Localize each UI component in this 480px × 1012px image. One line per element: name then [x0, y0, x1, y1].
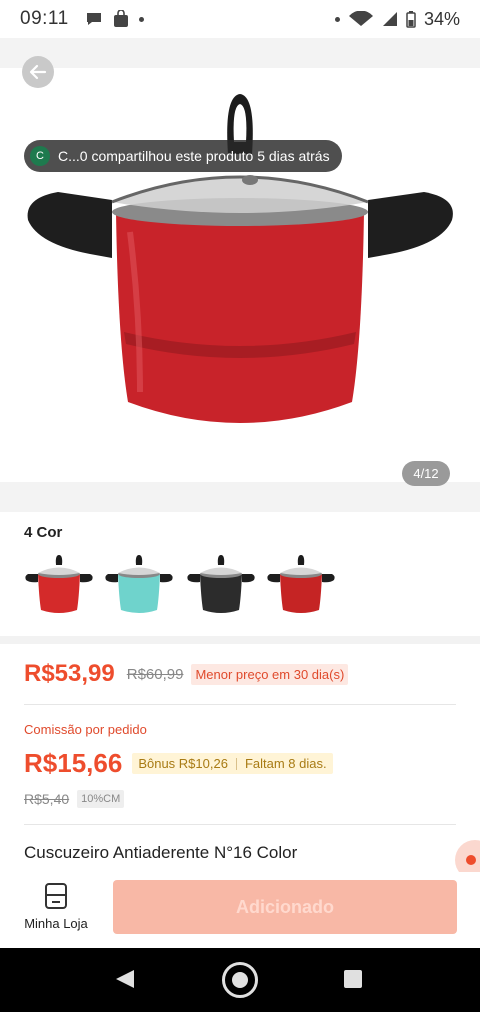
- system-nav-bar: [0, 948, 480, 1012]
- commission-rate-badge: 10%CM: [77, 790, 125, 808]
- share-toast-text: C...0 compartilhou este produto 5 dias a…: [58, 148, 330, 164]
- color-variants-section: 4 Cor: [0, 512, 480, 636]
- old-commission-value: R$5,40: [24, 791, 70, 807]
- nav-home-icon[interactable]: [222, 962, 258, 998]
- chat-bubble-icon: [86, 13, 101, 25]
- signal-icon: [382, 12, 397, 26]
- price-row: R$53,99 R$60,99 Menor preço em 30 dia(s): [24, 660, 349, 688]
- color-swatch-red[interactable]: [24, 552, 94, 618]
- bottom-action-bar: Minha Loja Adicionado: [0, 872, 480, 948]
- color-swatch-turquoise[interactable]: [104, 552, 174, 618]
- current-price: R$53,99: [24, 660, 115, 687]
- dot-icon: [466, 855, 476, 865]
- bonus-badge: Bônus R$10,26 Faltam 8 dias.: [132, 753, 333, 774]
- commission-sub-row: R$5,40 10%CM: [24, 790, 125, 808]
- store-icon: [45, 883, 67, 909]
- added-button[interactable]: Adicionado: [113, 880, 457, 934]
- back-button[interactable]: [22, 56, 54, 88]
- section-divider: [0, 636, 480, 644]
- my-store-label: Minha Loja: [24, 916, 88, 931]
- color-swatch-red-alt[interactable]: [266, 552, 336, 618]
- wifi-icon: [348, 11, 373, 26]
- status-dot-icon: [334, 16, 340, 22]
- commission-row: R$15,66 Bônus R$10,26 Faltam 8 dias.: [24, 748, 333, 779]
- bonus-amount: Bônus R$10,26: [138, 756, 228, 771]
- home-dot: [232, 972, 248, 988]
- color-count-title: 4 Cor: [24, 524, 63, 541]
- avatar: C: [30, 146, 50, 166]
- color-swatch-black[interactable]: [186, 552, 256, 618]
- arrow-left-icon: [29, 64, 47, 80]
- original-price: R$60,99: [126, 665, 184, 683]
- bonus-remaining: Faltam 8 dias.: [244, 756, 327, 771]
- divider-line: [24, 704, 456, 705]
- shopping-bag-icon: [113, 10, 128, 27]
- commission-value: R$15,66: [24, 748, 123, 778]
- my-store-button[interactable]: Minha Loja: [18, 882, 94, 938]
- product-title: Cuscuzeiro Antiaderente N°16 Color: [24, 843, 298, 862]
- battery-icon: [406, 10, 416, 28]
- divider-line: [24, 824, 456, 825]
- nav-recent-apps-icon[interactable]: [344, 970, 362, 988]
- notification-dot-icon: [138, 16, 144, 22]
- nav-back-icon[interactable]: [114, 968, 136, 990]
- share-toast: C C...0 compartilhou este produto 5 dias…: [24, 140, 342, 172]
- lowest-price-badge: Menor preço em 30 dia(s): [191, 663, 349, 685]
- battery-percent: 34%: [423, 8, 460, 29]
- status-bar: 09:11 34%: [0, 0, 480, 38]
- commission-label: Comissão por pedido: [24, 722, 147, 737]
- image-page-indicator: 4/12: [402, 461, 450, 486]
- bonus-separator: [235, 757, 237, 770]
- status-time: 09:11: [20, 8, 69, 29]
